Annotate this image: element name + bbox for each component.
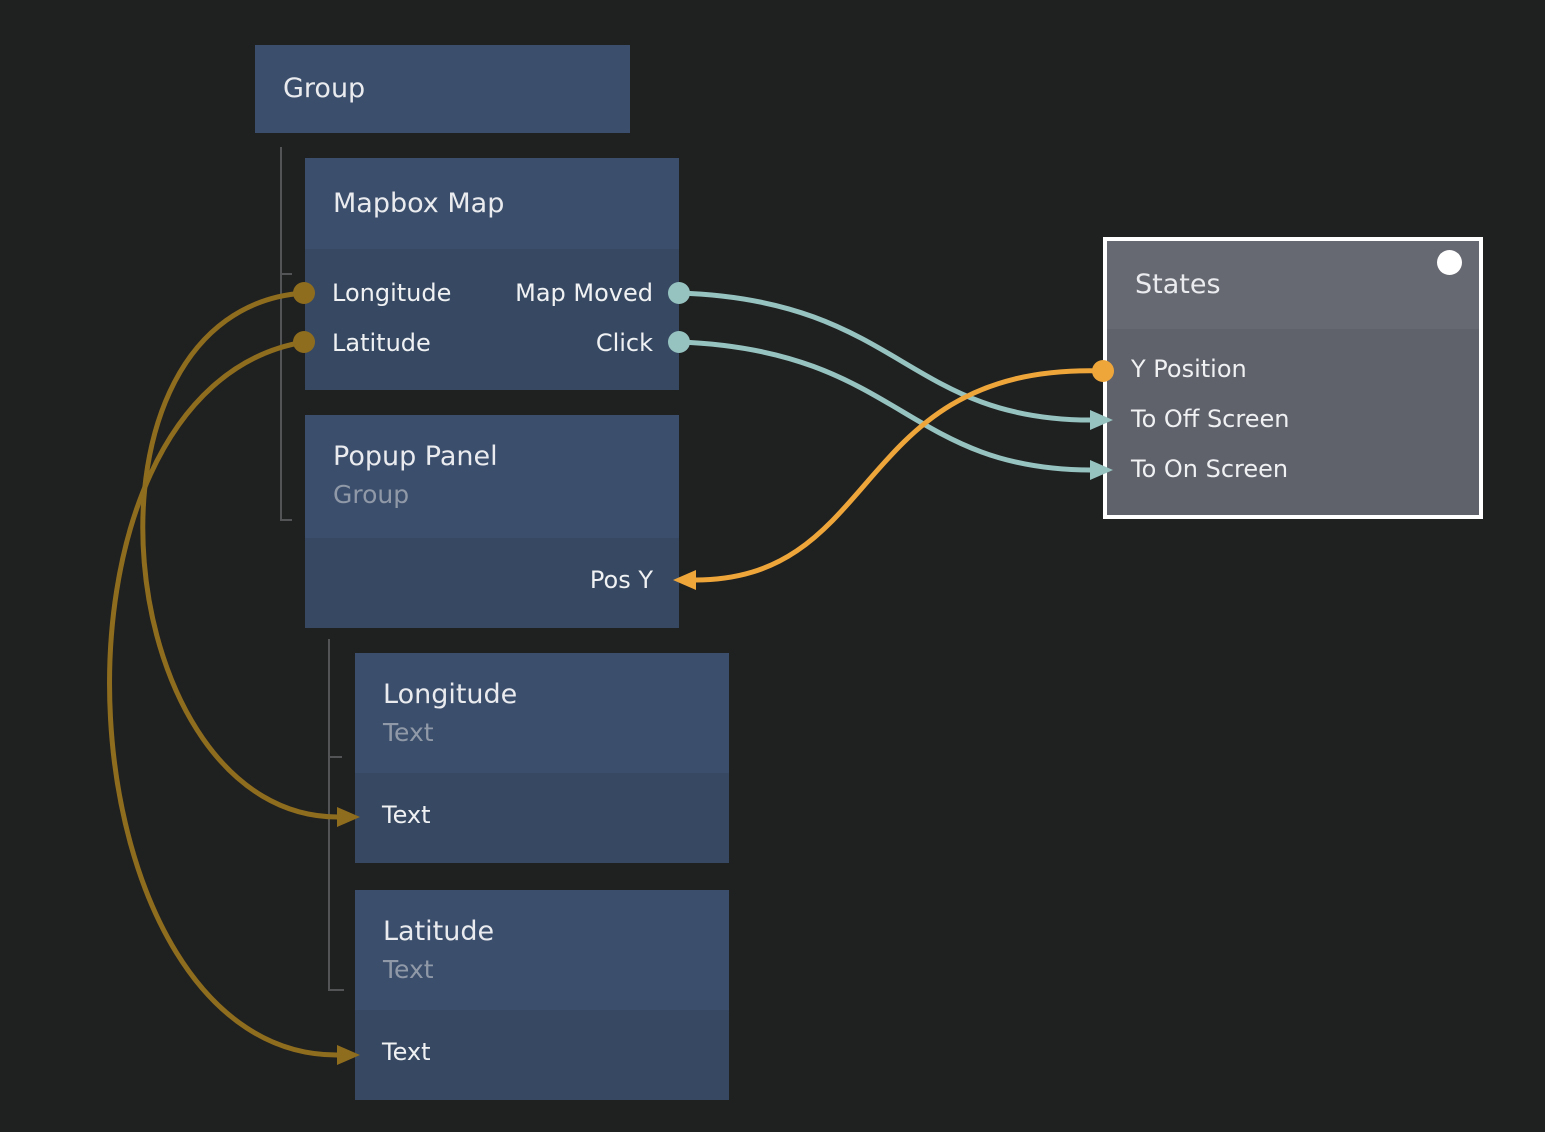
node-group[interactable]: Group <box>255 45 630 133</box>
node-popup-subtitle: Group <box>305 477 679 513</box>
port-longitude-text[interactable]: Text <box>355 801 431 829</box>
port-pos-y[interactable]: Pos Y <box>590 566 679 594</box>
selection-indicator-dot <box>1437 250 1462 275</box>
connection-click-to-on-screen[interactable] <box>668 331 1113 480</box>
tree-line-group-children <box>281 147 292 520</box>
node-mapbox-map[interactable]: Mapbox Map Longitude Map Moved Latitude … <box>305 158 679 390</box>
connection-y-position-to-pos-y[interactable] <box>673 360 1114 590</box>
port-longitude[interactable]: Longitude <box>305 279 451 307</box>
wire <box>679 342 1091 470</box>
port-to-on-screen[interactable]: To On Screen <box>1107 455 1288 483</box>
port-y-position[interactable]: Y Position <box>1107 355 1247 383</box>
node-popup-panel[interactable]: Popup Panel Group Pos Y <box>305 415 679 628</box>
connections-layer <box>0 0 1545 1132</box>
node-popup-title: Popup Panel <box>305 437 679 477</box>
port-latitude-text[interactable]: Text <box>355 1038 431 1066</box>
patch-editor-canvas[interactable]: Group Mapbox Map Longitude Map Moved Lat… <box>0 0 1545 1132</box>
port-click[interactable]: Click <box>596 329 679 357</box>
wire <box>695 371 1103 580</box>
node-longitude-subtitle: Text <box>355 715 729 751</box>
node-latitude-text[interactable]: Latitude Text Text <box>355 890 729 1100</box>
port-map-moved[interactable]: Map Moved <box>515 279 679 307</box>
connection-map-moved-to-off-screen[interactable] <box>668 282 1113 430</box>
node-latitude-title: Latitude <box>355 912 729 952</box>
node-mapbox-title: Mapbox Map <box>305 158 679 249</box>
node-states[interactable]: States Y Position To Off Screen To On Sc… <box>1103 237 1483 519</box>
port-to-off-screen[interactable]: To Off Screen <box>1107 405 1289 433</box>
node-longitude-text[interactable]: Longitude Text Text <box>355 653 729 863</box>
tree-line-popup-children <box>329 639 344 990</box>
node-longitude-title: Longitude <box>355 675 729 715</box>
node-latitude-subtitle: Text <box>355 952 729 988</box>
node-group-title: Group <box>255 45 630 133</box>
wire <box>679 293 1091 420</box>
node-states-title: States <box>1107 241 1479 329</box>
port-latitude[interactable]: Latitude <box>305 329 431 357</box>
